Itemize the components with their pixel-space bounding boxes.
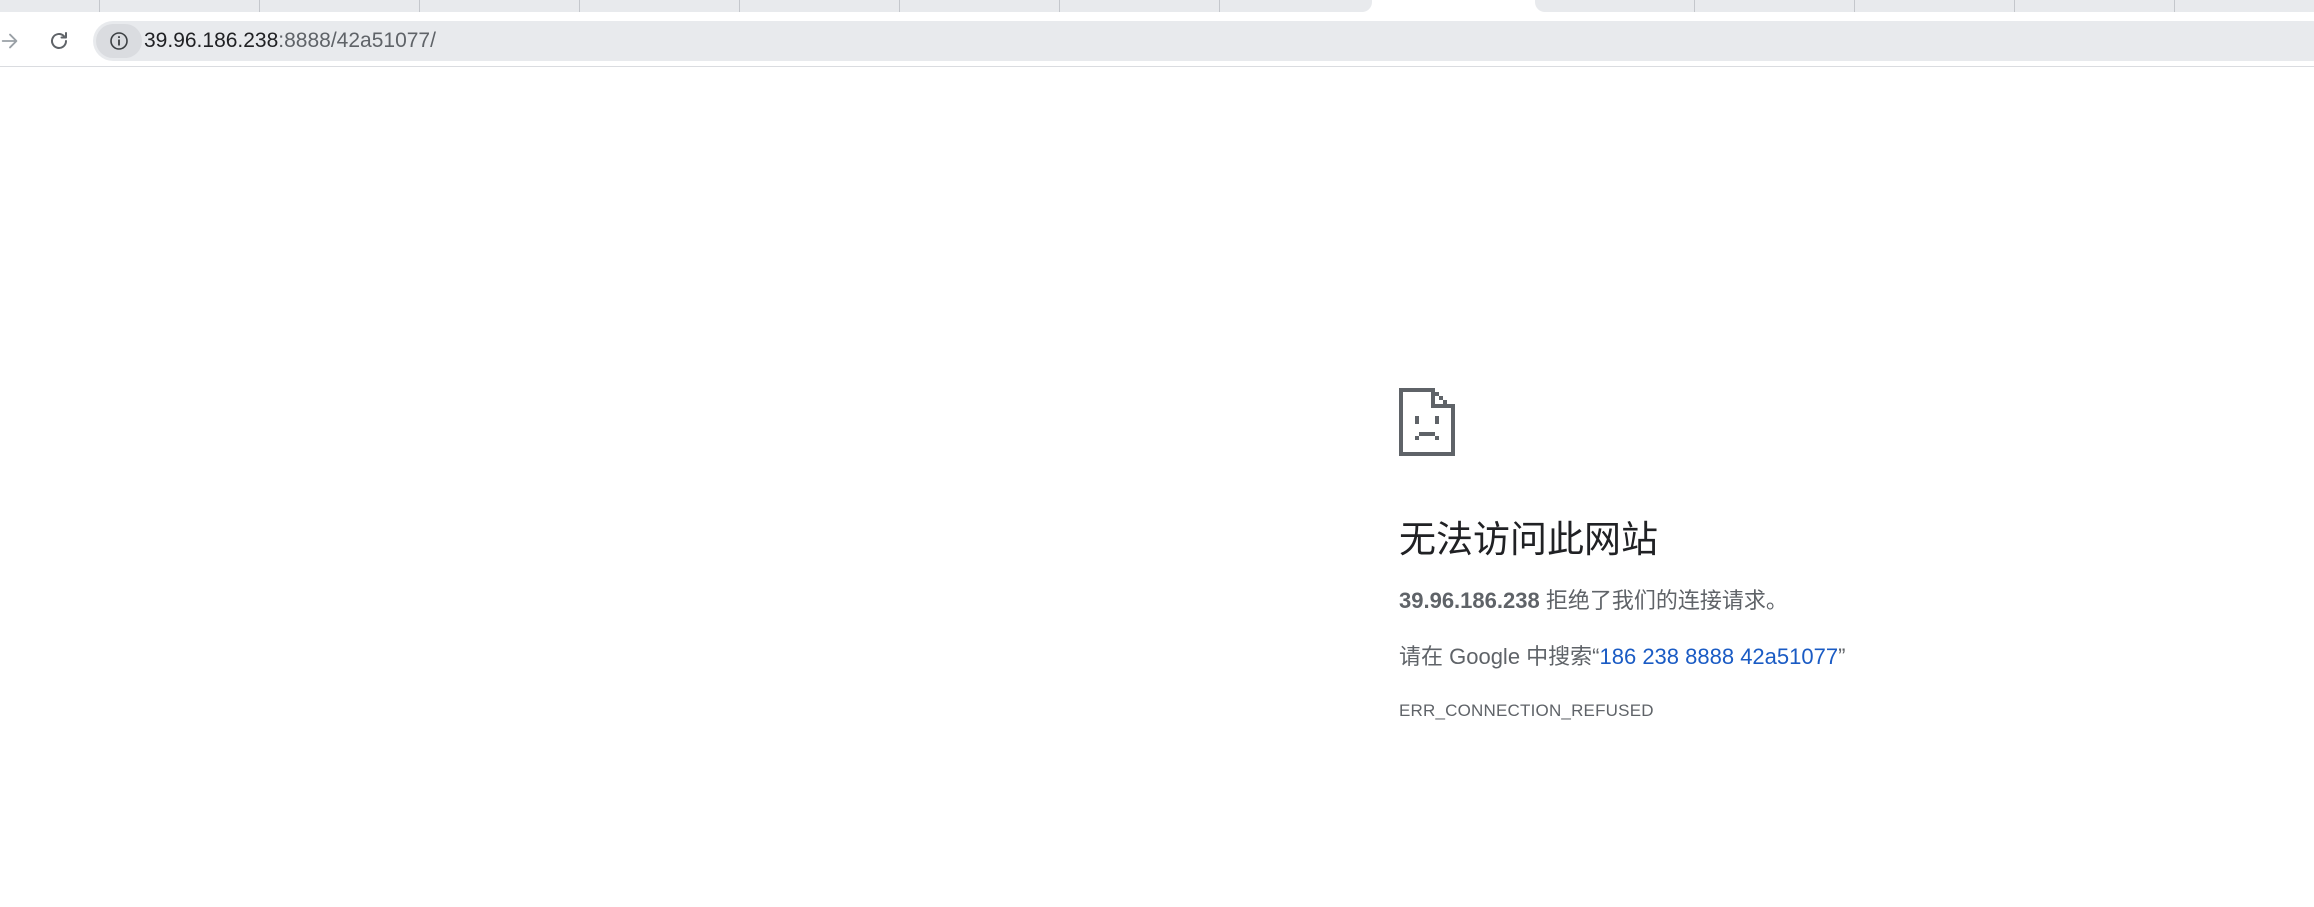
- google-search-link[interactable]: 186 238 8888 42a51077: [1600, 644, 1839, 669]
- tab[interactable]: [420, 0, 580, 12]
- arrow-right-icon: [1, 33, 18, 49]
- tab[interactable]: [1695, 0, 1855, 12]
- tab[interactable]: [2175, 0, 2314, 12]
- url-text[interactable]: 39.96.186.238:8888/42a51077/: [144, 29, 436, 53]
- search-suggestion: 请在 Google 中搜索“186 238 8888 42a51077”: [1399, 642, 2279, 673]
- tab-strip: [0, 0, 2314, 18]
- error-description: 39.96.186.238 拒绝了我们的连接请求。: [1399, 586, 2279, 617]
- url-host: 39.96.186.238: [144, 29, 279, 52]
- tab[interactable]: [1855, 0, 2015, 12]
- tab[interactable]: [260, 0, 420, 12]
- browser-toolbar: 39.96.186.238:8888/42a51077/: [0, 18, 2314, 67]
- tab[interactable]: [580, 0, 740, 12]
- error-code: ERR_CONNECTION_REFUSED: [1399, 700, 1654, 720]
- error-host: 39.96.186.238: [1399, 588, 1540, 614]
- tab[interactable]: [740, 0, 900, 12]
- forward-button[interactable]: [0, 23, 28, 59]
- suggest-suffix: ”: [1838, 644, 1846, 670]
- error-page: 无法访问此网站 39.96.186.238 拒绝了我们的连接请求。 请在 Goo…: [1399, 388, 2279, 721]
- suggest-prefix: 请在 Google 中搜索“: [1399, 644, 1600, 670]
- address-bar[interactable]: 39.96.186.238:8888/42a51077/: [93, 21, 2314, 61]
- reload-icon: [51, 32, 67, 49]
- tab[interactable]: [1220, 0, 1372, 12]
- sad-page-icon: [1399, 388, 1455, 456]
- tab[interactable]: [2015, 0, 2175, 12]
- url-path: :8888/42a51077/: [278, 29, 436, 52]
- tab[interactable]: [1535, 0, 1695, 12]
- info-icon: [110, 32, 128, 50]
- tab-active[interactable]: [1372, 0, 1535, 12]
- tab[interactable]: [1060, 0, 1220, 12]
- tab[interactable]: [900, 0, 1060, 12]
- tab[interactable]: [0, 0, 100, 12]
- error-title: 无法访问此网站: [1399, 519, 1658, 560]
- tab[interactable]: [100, 0, 260, 12]
- reload-button[interactable]: [41, 23, 77, 59]
- site-info-button[interactable]: [96, 24, 142, 58]
- error-message: 拒绝了我们的连接请求。: [1545, 588, 1788, 614]
